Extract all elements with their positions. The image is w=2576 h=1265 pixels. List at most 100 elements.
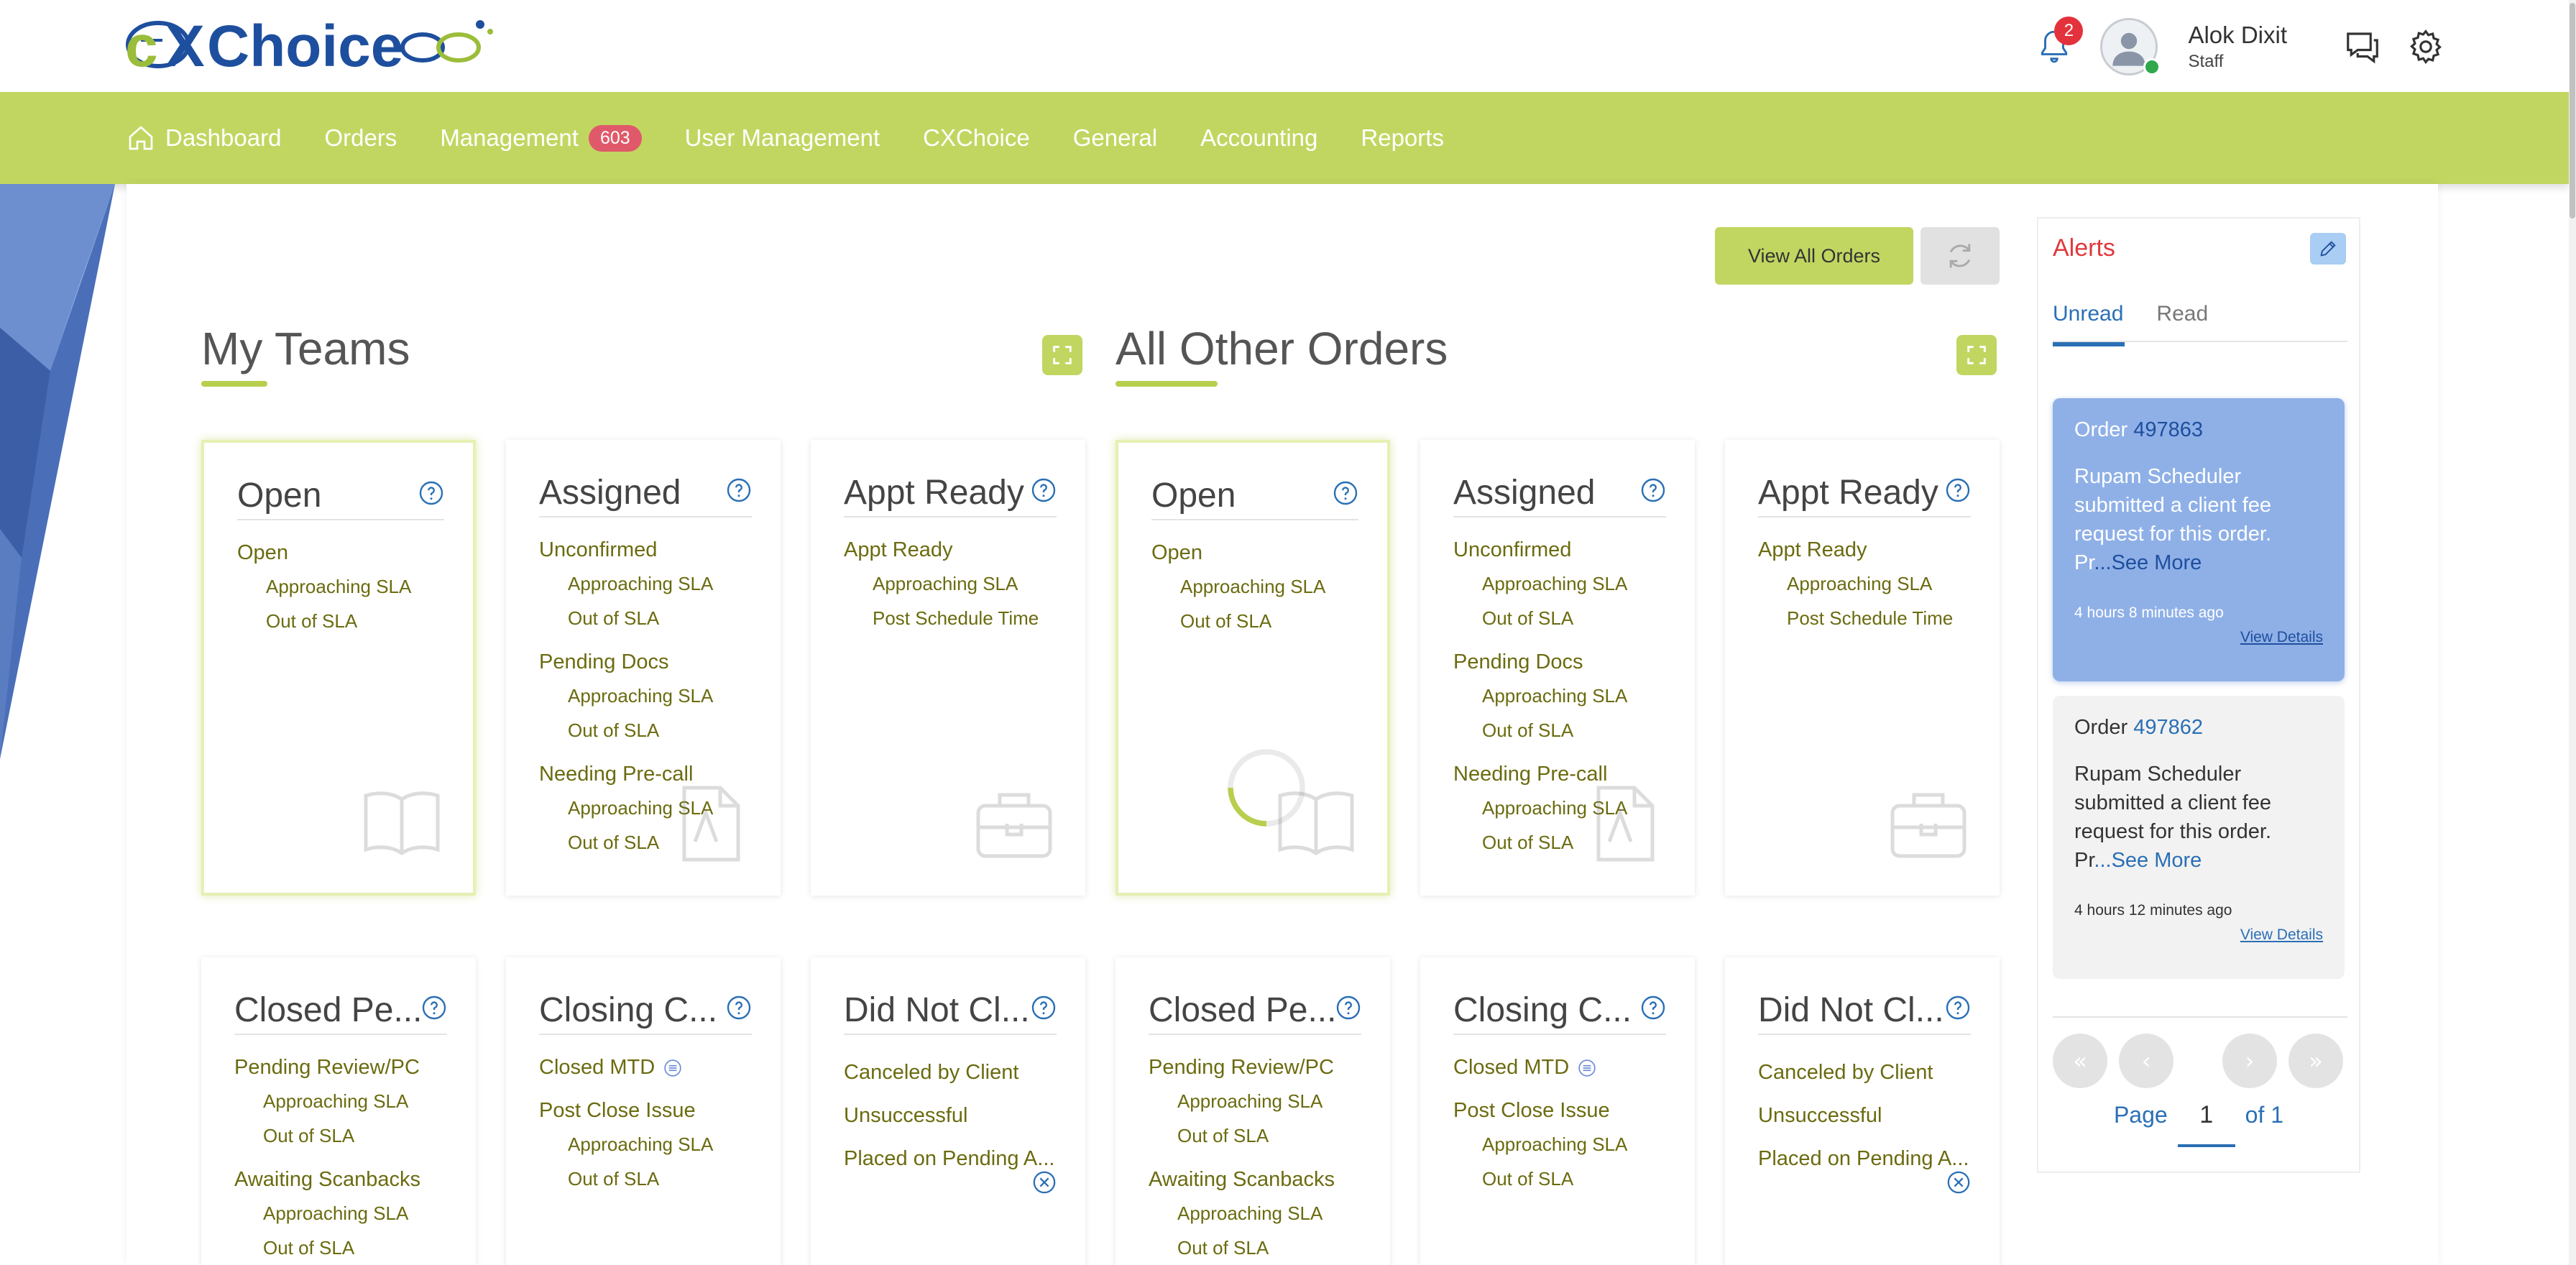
status-group-link[interactable]: Awaiting Scanbacks	[234, 1163, 454, 1196]
status-group-link[interactable]: Open	[237, 536, 451, 569]
tab-read[interactable]: Read	[2156, 302, 2208, 341]
other-orders-open-card[interactable]: Open Open Approaching SLA Out of SLA	[1116, 440, 1390, 896]
status-group-link[interactable]: Canceled by Client	[844, 1051, 1064, 1094]
other-orders-did-not-close-card[interactable]: Did Not Cl... Canceled by Client Unsucce…	[1725, 957, 2000, 1265]
all-other-orders-expand-button[interactable]	[1956, 335, 1997, 375]
chat-button[interactable]	[2342, 26, 2383, 68]
help-circle-icon[interactable]	[726, 995, 752, 1021]
nav-user-management[interactable]: User Management	[685, 92, 880, 184]
sla-link[interactable]: Out of SLA	[237, 604, 451, 638]
tab-unread[interactable]: Unread	[2053, 302, 2125, 346]
see-more-link[interactable]: ...See More	[2094, 849, 2202, 872]
help-circle-icon[interactable]	[1640, 995, 1666, 1021]
nav-reports[interactable]: Reports	[1361, 92, 1444, 184]
list-icon[interactable]	[663, 1059, 682, 1077]
sla-link[interactable]: Out of SLA	[539, 1162, 759, 1196]
status-group-link[interactable]: Unconfirmed	[539, 533, 759, 566]
sla-link[interactable]: Approaching SLA	[539, 678, 759, 713]
nav-orders[interactable]: Orders	[324, 92, 397, 184]
nav-accounting[interactable]: Accounting	[1200, 92, 1317, 184]
sla-link[interactable]: Approaching SLA	[1453, 1127, 1673, 1162]
my-teams-expand-button[interactable]	[1042, 335, 1082, 375]
help-circle-icon[interactable]	[1333, 480, 1358, 506]
sla-link[interactable]: Out of SLA	[234, 1118, 454, 1153]
sla-link[interactable]: Out of SLA	[1453, 1162, 1673, 1196]
sla-link[interactable]: Approaching SLA	[539, 1127, 759, 1162]
close-circle-icon[interactable]	[1946, 1170, 1971, 1195]
status-group-link[interactable]: Closed MTD	[1453, 1051, 1673, 1084]
help-circle-icon[interactable]	[421, 995, 447, 1021]
status-group-link[interactable]: Open	[1151, 536, 1366, 569]
see-more-link[interactable]: ...See More	[2094, 551, 2202, 574]
sla-link[interactable]: Post Schedule Time	[844, 601, 1064, 635]
close-circle-icon[interactable]	[1032, 1170, 1057, 1195]
sla-link[interactable]: Approaching SLA	[1149, 1084, 1368, 1118]
my-teams-open-card[interactable]: Open Open Approaching SLA Out of SLA	[201, 440, 476, 896]
sla-link[interactable]: Out of SLA	[1149, 1230, 1368, 1265]
other-orders-assigned-card[interactable]: Assigned Unconfirmed Approaching SLA Out…	[1420, 440, 1695, 896]
sla-link[interactable]: Out of SLA	[1149, 1118, 1368, 1153]
view-details-link[interactable]: View Details	[2074, 629, 2323, 646]
sla-link[interactable]: Approaching SLA	[237, 569, 451, 604]
sla-link[interactable]: Approaching SLA	[234, 1196, 454, 1230]
other-orders-closing-card[interactable]: Closing C... Closed MTD Post Close Issue…	[1420, 957, 1695, 1265]
my-teams-appt-ready-card[interactable]: Appt Ready Appt Ready Approaching SLA Po…	[811, 440, 1085, 896]
sla-link[interactable]: Approaching SLA	[844, 566, 1064, 601]
sla-link[interactable]: Approaching SLA	[539, 566, 759, 601]
status-group-link[interactable]: Post Close Issue	[1453, 1094, 1673, 1127]
status-group-link[interactable]: Placed on Pending A...	[1758, 1137, 1978, 1180]
status-group-link[interactable]: Appt Ready	[844, 533, 1064, 566]
notifications-button[interactable]: 2	[2033, 17, 2084, 68]
first-page-button[interactable]: «	[2053, 1034, 2107, 1088]
status-group-link[interactable]: Pending Review/PC	[1149, 1051, 1368, 1084]
sla-link[interactable]: Post Schedule Time	[1758, 601, 1978, 635]
status-group-link[interactable]: Unconfirmed	[1453, 533, 1673, 566]
alert-order-number[interactable]: 497862	[2133, 716, 2203, 739]
my-teams-did-not-close-card[interactable]: Did Not Cl... Canceled by Client Unsucce…	[811, 957, 1085, 1265]
sla-link[interactable]: Out of SLA	[539, 601, 759, 635]
my-teams-closing-card[interactable]: Closing C... Closed MTD Post Close Issue…	[506, 957, 781, 1265]
status-group-link[interactable]: Unsuccessful	[1758, 1094, 1978, 1137]
sla-link[interactable]: Approaching SLA	[1149, 1196, 1368, 1230]
cxchoice-logo[interactable]: c X Choice	[121, 10, 502, 79]
alert-item[interactable]: Order 497862 Rupam Scheduler submitted a…	[2053, 696, 2345, 979]
help-circle-icon[interactable]	[726, 477, 752, 503]
sla-link[interactable]: Approaching SLA	[234, 1084, 454, 1118]
help-circle-icon[interactable]	[1640, 477, 1666, 503]
status-group-link[interactable]: Pending Docs	[1453, 645, 1673, 678]
last-page-button[interactable]: »	[2288, 1034, 2343, 1088]
help-circle-icon[interactable]	[1031, 995, 1057, 1021]
refresh-button[interactable]	[1920, 227, 2000, 285]
status-group-link[interactable]: Closed MTD	[539, 1051, 759, 1084]
other-orders-appt-ready-card[interactable]: Appt Ready Appt Ready Approaching SLA Po…	[1725, 440, 2000, 896]
sla-link[interactable]: Approaching SLA	[1151, 569, 1366, 604]
my-teams-closed-pending-card[interactable]: Closed Pe... Pending Review/PC Approachi…	[201, 957, 476, 1265]
help-circle-icon[interactable]	[418, 480, 444, 506]
next-page-button[interactable]: ›	[2222, 1034, 2277, 1088]
alert-item[interactable]: Order 497863 Rupam Scheduler submitted a…	[2053, 398, 2345, 681]
help-circle-icon[interactable]	[1945, 477, 1971, 503]
status-group-link[interactable]: Pending Review/PC	[234, 1051, 454, 1084]
status-group-link[interactable]: Post Close Issue	[539, 1094, 759, 1127]
status-group-link[interactable]: Pending Docs	[539, 645, 759, 678]
list-icon[interactable]	[1578, 1059, 1596, 1077]
status-group-link[interactable]: Placed on Pending A...	[844, 1137, 1064, 1180]
status-group-link[interactable]: Unsuccessful	[844, 1094, 1064, 1137]
settings-button[interactable]	[2405, 26, 2447, 68]
my-teams-assigned-card[interactable]: Assigned Unconfirmed Approaching SLA Out…	[506, 440, 781, 896]
status-group-link[interactable]: Appt Ready	[1758, 533, 1978, 566]
view-details-link[interactable]: View Details	[2074, 926, 2323, 944]
status-group-link[interactable]: Canceled by Client	[1758, 1051, 1978, 1094]
alerts-edit-button[interactable]	[2310, 233, 2346, 264]
alert-order-number[interactable]: 497863	[2133, 418, 2203, 441]
scrollbar-thumb[interactable]	[2570, 3, 2575, 218]
sla-link[interactable]: Out of SLA	[234, 1230, 454, 1265]
user-info[interactable]: Alok Dixit Staff	[2188, 22, 2287, 72]
nav-general[interactable]: General	[1073, 92, 1157, 184]
other-orders-closed-pending-card[interactable]: Closed Pe... Pending Review/PC Approachi…	[1116, 957, 1390, 1265]
help-circle-icon[interactable]	[1945, 995, 1971, 1021]
current-page[interactable]: 1	[2177, 1101, 2235, 1147]
nav-cxchoice[interactable]: CXChoice	[923, 92, 1030, 184]
help-circle-icon[interactable]	[1335, 995, 1361, 1021]
sla-link[interactable]: Out of SLA	[539, 713, 759, 748]
